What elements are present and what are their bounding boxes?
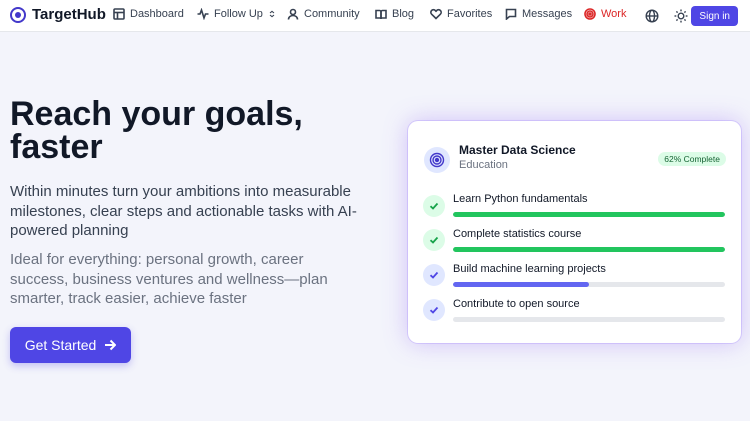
nav-item-label: Messages — [522, 8, 573, 20]
theme-toggle-button[interactable] — [674, 9, 688, 23]
nav-item-label: Blog — [392, 8, 415, 20]
brand-name: TargetHub — [32, 6, 106, 23]
task-label: Build machine learning projects — [453, 263, 606, 275]
completion-badge: 62% Complete — [658, 152, 726, 166]
get-started-label: Get Started — [24, 337, 97, 353]
nav-item-label: Community — [304, 8, 360, 20]
goal-card: Master Data Science Education 62% Comple… — [408, 121, 741, 343]
target-icon — [424, 147, 450, 173]
task-progress-bar — [453, 247, 725, 252]
goal-category: Education — [459, 159, 508, 171]
activity-icon — [197, 8, 209, 20]
sun-icon — [674, 9, 688, 23]
hero-subtitle: Within minutes turn your ambitions into … — [10, 183, 357, 239]
nav-item-messages[interactable]: Messages — [505, 8, 572, 20]
task-check-icon — [423, 195, 445, 217]
user-icon — [287, 8, 299, 20]
task-progress-fill — [453, 247, 725, 252]
message-icon — [505, 8, 517, 20]
dashboard-icon — [113, 8, 125, 20]
nav-item-label: Favorites — [447, 8, 493, 20]
top-navbar: TargetHub Dashboard Follow Up Community … — [0, 0, 750, 32]
brand-logo[interactable]: TargetHub — [10, 6, 106, 23]
arrow-right-icon — [105, 339, 117, 351]
nav-item-label: Dashboard — [130, 8, 184, 20]
task-label: Complete statistics course — [453, 228, 582, 240]
target-icon — [584, 8, 596, 20]
goal-title: Master Data Science — [459, 143, 576, 157]
language-button[interactable] — [645, 9, 659, 23]
task-progress-fill — [453, 212, 725, 217]
task-check-icon — [423, 299, 445, 321]
task-progress-fill — [453, 282, 589, 287]
chevron-up-down-icon — [269, 10, 275, 18]
nav-item-label: Follow Up — [214, 8, 263, 20]
globe-icon — [645, 9, 659, 23]
nav-item-label: Work — [601, 8, 627, 20]
target-logo-icon — [10, 6, 26, 23]
task-check-icon — [423, 264, 445, 286]
nav-item-community[interactable]: Community — [287, 8, 360, 20]
nav-item-blog[interactable]: Blog — [375, 8, 414, 20]
task-progress-bar — [453, 317, 725, 322]
nav-item-favorites[interactable]: Favorites — [430, 8, 492, 20]
task-progress-bar — [453, 212, 725, 217]
task-progress-bar — [453, 282, 725, 287]
sign-in-button[interactable]: Sign in — [691, 6, 738, 26]
hero-title: Reach your goals, faster — [10, 95, 303, 166]
hero-description: Ideal for everything: personal growth, c… — [10, 251, 328, 307]
get-started-button[interactable]: Get Started — [10, 327, 131, 363]
task-check-icon — [423, 229, 445, 251]
nav-item-work[interactable]: Work — [584, 8, 626, 20]
task-label: Learn Python fundamentals — [453, 193, 588, 205]
task-label: Contribute to open source — [453, 298, 580, 310]
heart-icon — [430, 8, 442, 20]
book-icon — [375, 9, 387, 20]
nav-item-follow-up[interactable]: Follow Up — [197, 8, 276, 20]
nav-item-dashboard[interactable]: Dashboard — [113, 8, 184, 20]
